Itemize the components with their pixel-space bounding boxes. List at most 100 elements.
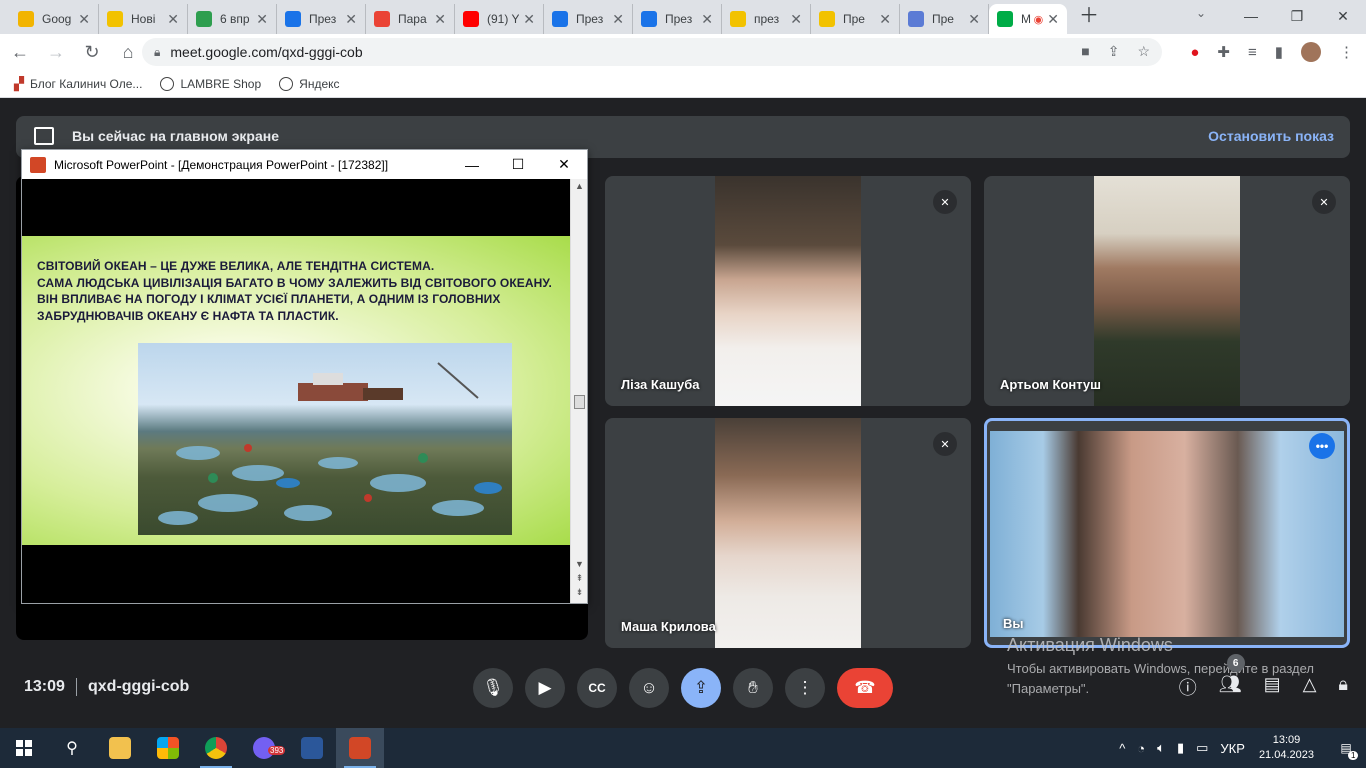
powerpoint-title-bar[interactable]: Microsoft PowerPoint - [Демонстрация Pow… (22, 150, 587, 179)
page-up-icon[interactable]: ⇞ (571, 573, 588, 584)
browser-tab[interactable]: Пара ✕ (366, 4, 455, 34)
self-tile[interactable]: ••• Вы (984, 418, 1350, 648)
host-controls-icon[interactable]: 🔒︎ (1338, 674, 1348, 700)
close-tab-icon[interactable]: ✕ (968, 11, 980, 28)
bookmark-item[interactable]: LAMBRE Shop (160, 76, 261, 91)
more-options-button[interactable]: ⋮ (785, 668, 825, 708)
browser-tab[interactable]: 6 впр ✕ (188, 4, 277, 34)
stop-presenting-button[interactable]: Остановить показ (1208, 128, 1334, 144)
meeting-info-icon[interactable]: ⓘ (1179, 674, 1197, 700)
meet-controls-bar: 13:09 qxd-gggi-cob 🎙︎ ▶ CC ☺ ⇪ ✋︎ ⋮ ☎︎ ⓘ… (0, 654, 1366, 728)
omnibox-actions: ■ ⇪ ☆ (1081, 43, 1150, 60)
minimize-icon[interactable]: — (449, 150, 495, 179)
more-options-icon[interactable]: ••• (1309, 433, 1335, 459)
browser-tab[interactable]: (91) Y ✕ (455, 4, 544, 34)
close-tab-icon[interactable]: ✕ (523, 11, 535, 28)
browser-tab[interactable]: Пре ✕ (811, 4, 900, 34)
captions-button[interactable]: CC (577, 668, 617, 708)
close-tab-icon[interactable]: ✕ (434, 11, 446, 28)
close-tab-icon[interactable]: ✕ (1047, 11, 1059, 28)
powerpoint-taskbar-icon[interactable] (336, 728, 384, 768)
powerpoint-title: Microsoft PowerPoint - [Демонстрация Pow… (54, 157, 389, 172)
tab-search-icon[interactable]: ⌄ (1196, 6, 1206, 20)
close-tab-icon[interactable]: ✕ (256, 11, 268, 28)
close-tab-icon[interactable]: ✕ (612, 11, 624, 28)
participant-tile[interactable]: ✕ Артьом Контуш (984, 176, 1350, 406)
media-icon[interactable]: ≡ (1248, 44, 1257, 61)
vertical-scrollbar[interactable]: ▲ ▼ ⇞ ⇟ (570, 179, 587, 603)
share-icon[interactable]: ⇪ (1108, 43, 1120, 60)
forward-icon[interactable]: → (40, 36, 72, 68)
participant-tile[interactable]: ✕ Ліза Кашуба (605, 176, 971, 406)
present-now-button[interactable]: ⇪ (681, 668, 721, 708)
battery-icon[interactable]: ▭ (1196, 740, 1208, 756)
close-window-icon[interactable]: ✕ (1320, 0, 1366, 32)
notification-center-icon[interactable]: ▤ 1 (1326, 741, 1366, 760)
camera-button[interactable]: ▶ (525, 668, 565, 708)
url-text: meet.google.com/qxd-gggi-cob (170, 44, 363, 60)
lock-icon[interactable]: 🔒︎ (154, 45, 160, 60)
close-tab-icon[interactable]: ✕ (345, 11, 357, 28)
browser-tab[interactable]: През ✕ (544, 4, 633, 34)
viber-icon[interactable]: 393 (240, 728, 288, 768)
network-icon[interactable]: ◔ (1137, 741, 1145, 756)
page-down-icon[interactable]: ⇟ (571, 587, 588, 598)
bookmark-item[interactable]: ▞ Блог Калинич Оле... (14, 76, 142, 92)
browser-tab[interactable]: Пре ✕ (900, 4, 989, 34)
close-tab-icon[interactable]: ✕ (790, 11, 802, 28)
extensions-icon[interactable]: ✚ (1217, 43, 1230, 61)
minimize-icon[interactable]: — (1228, 0, 1274, 32)
bookmark-star-icon[interactable]: ☆ (1137, 43, 1150, 60)
close-tab-icon[interactable]: ✕ (879, 11, 891, 28)
opera-extension-icon[interactable]: ● (1190, 44, 1199, 61)
restore-icon[interactable]: ❐ (1274, 0, 1320, 32)
leave-call-button[interactable]: ☎︎ (837, 668, 893, 708)
participant-tile[interactable]: ✕ Маша Крилова (605, 418, 971, 648)
search-icon[interactable]: ⚲ (48, 728, 96, 768)
profile-avatar[interactable] (1301, 42, 1321, 62)
close-tab-icon[interactable]: ✕ (701, 11, 713, 28)
scroll-up-icon[interactable]: ▲ (571, 181, 588, 191)
show-hidden-icons-icon[interactable]: ^ (1119, 741, 1125, 756)
close-tab-icon[interactable]: ✕ (167, 11, 179, 28)
word-icon[interactable] (288, 728, 336, 768)
address-bar[interactable]: 🔒︎ meet.google.com/qxd-gggi-cob ■ ⇪ ☆ (142, 38, 1162, 66)
start-button[interactable] (0, 728, 48, 768)
browser-tab[interactable]: През ✕ (633, 4, 722, 34)
menu-icon[interactable]: ⋮ (1339, 43, 1354, 61)
volume-icon[interactable]: 🔈︎ (1157, 740, 1165, 756)
emoji-reaction-button[interactable]: ☺ (629, 668, 669, 708)
ocean-pollution-photo (138, 343, 512, 535)
taskbar-clock[interactable]: 13:09 21.04.2023 (1259, 733, 1314, 763)
camera-permission-icon[interactable]: ■ (1081, 43, 1089, 60)
back-icon[interactable]: ← (4, 36, 36, 68)
scroll-down-icon[interactable]: ▼ (571, 559, 588, 569)
store-icon[interactable] (144, 728, 192, 768)
scroll-thumb[interactable] (574, 395, 585, 409)
bookmark-item[interactable]: Яндекс (279, 76, 340, 91)
reload-icon[interactable]: ↻ (76, 36, 108, 68)
activities-icon[interactable]: △ (1303, 674, 1317, 700)
browser-tab[interactable]: през ✕ (722, 4, 811, 34)
side-panel-icon[interactable]: ▮ (1275, 43, 1283, 61)
tab-favicon-icon (107, 11, 123, 27)
raise-hand-button[interactable]: ✋︎ (733, 668, 773, 708)
browser-tab[interactable]: През ✕ (277, 4, 366, 34)
chat-icon[interactable]: ▤ (1264, 674, 1281, 700)
close-window-icon[interactable]: ✕ (541, 150, 587, 179)
close-tab-icon[interactable]: ✕ (78, 11, 90, 28)
home-icon[interactable]: ⌂ (112, 36, 144, 68)
microphone-button[interactable]: 🎙︎ (473, 668, 513, 708)
meet-side-actions: ⓘ 👥︎ 6 ▤ △ 🔒︎ (1179, 654, 1348, 700)
participant-video (715, 176, 861, 406)
browser-tab[interactable]: Нові ✕ (99, 4, 188, 34)
browser-tab-active[interactable]: М ◉ ✕ (989, 4, 1067, 34)
maximize-icon[interactable]: ☐ (495, 150, 541, 179)
chrome-icon[interactable] (192, 728, 240, 768)
file-explorer-icon[interactable] (96, 728, 144, 768)
microphone-tray-icon[interactable]: ▮ (1177, 740, 1184, 756)
participants-icon[interactable]: 👥︎ 6 (1219, 654, 1245, 700)
new-tab-icon[interactable]: ＋ (1079, 0, 1099, 28)
browser-tab[interactable]: Goog ✕ (10, 4, 99, 34)
language-indicator[interactable]: УКР (1220, 741, 1245, 756)
